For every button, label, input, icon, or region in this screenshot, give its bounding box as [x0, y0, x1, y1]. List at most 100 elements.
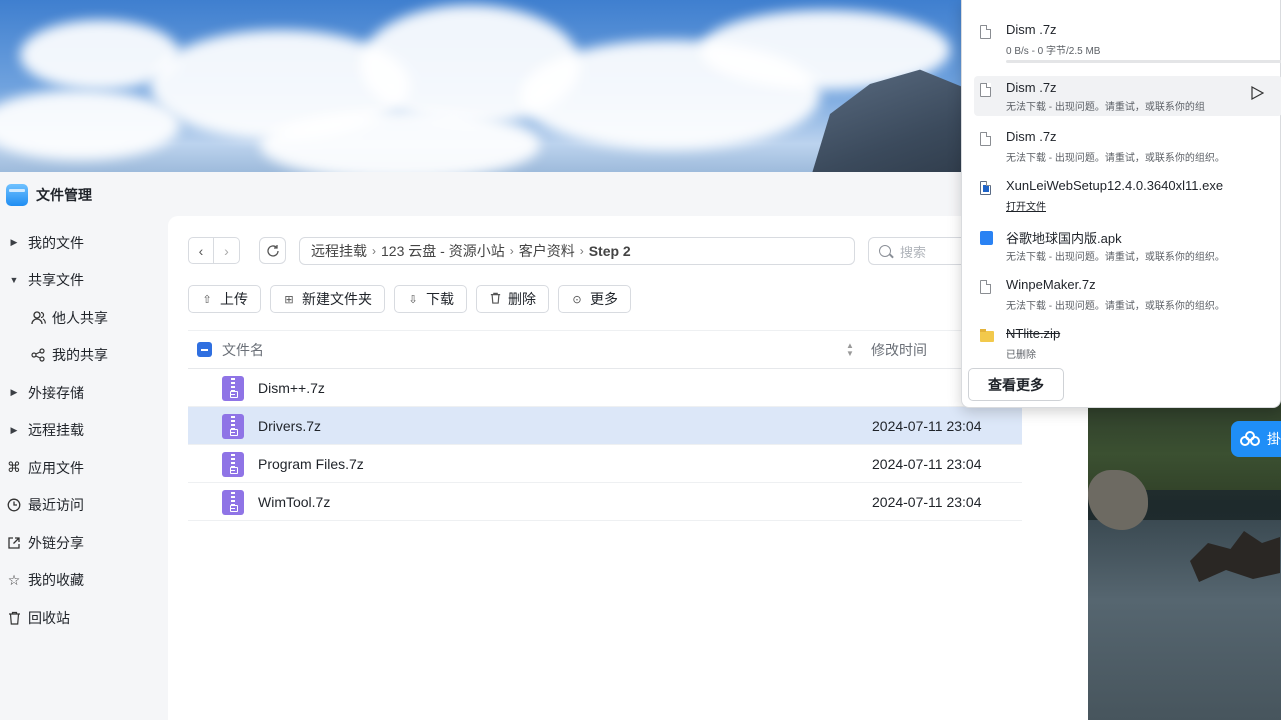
refresh-icon: [266, 244, 279, 257]
share-icon: [24, 348, 52, 362]
sidebar-item-recycle-bin[interactable]: 回收站: [0, 599, 168, 637]
sidebar: ▶ 我的文件 ▼ 共享文件 他人共享 我的共享 ▶ 外接存储 ▶ 远程挂载 ⌘ …: [0, 224, 168, 637]
more-button[interactable]: ⊙ 更多: [558, 285, 631, 313]
search-input[interactable]: 搜索: [868, 237, 968, 265]
download-name: NTlite.zip: [1006, 326, 1061, 341]
apk-file-icon: [980, 231, 993, 245]
app-title: 文件管理: [36, 187, 92, 203]
sidebar-item-label: 远程挂载: [28, 422, 84, 439]
sidebar-item-label: 外接存储: [28, 384, 84, 401]
upload-label: 上传: [220, 291, 248, 307]
sort-icon[interactable]: ▲ ▼: [846, 342, 854, 358]
exe-file-icon: [980, 181, 991, 195]
chevron-right-icon: ›: [224, 242, 229, 259]
download-status: 0 B/s - 0 字节/2.5 MB: [1006, 46, 1101, 57]
sidebar-item-label: 应用文件: [28, 459, 84, 476]
download-name: Dism .7z: [1006, 80, 1057, 95]
caret-down-icon: ▼: [9, 275, 19, 286]
sidebar-item-app-files[interactable]: ⌘ 应用文件: [0, 449, 168, 487]
table-row[interactable]: WimTool.7z 2024-07-11 23:04: [188, 483, 1022, 521]
upload-button[interactable]: ⇧ 上传: [188, 285, 261, 313]
see-more-button[interactable]: 查看更多: [968, 368, 1064, 401]
folder-app-icon: [6, 184, 28, 206]
back-button[interactable]: ‹: [188, 237, 214, 264]
download-item[interactable]: 谷歌地球国内版.apk 无法下载 - 出现问题。请重试，或联系你的组织。: [974, 228, 1281, 268]
download-item[interactable]: Dism .7z 无法下载 - 出现问题。请重试，或联系你的组: [974, 76, 1281, 116]
download-name: 谷歌地球国内版.apk: [1006, 231, 1122, 246]
breadcrumb-item[interactable]: 123 云盘 - 资源小站: [381, 241, 505, 261]
download-item[interactable]: Dism .7z 0 B/s - 0 字节/2.5 MB: [974, 22, 1281, 63]
chevron-right-icon: ›: [579, 244, 584, 258]
file-name: Drivers.7z: [258, 417, 322, 434]
delete-label: 删除: [508, 291, 536, 307]
table-row[interactable]: Dism++.7z: [188, 369, 1022, 407]
breadcrumb-item[interactable]: 客户资料: [519, 241, 575, 261]
select-all-checkbox[interactable]: [197, 342, 212, 357]
download-item[interactable]: WinpeMaker.7z 无法下载 - 出现问题。请重试，或联系你的组织。: [974, 277, 1281, 317]
column-header-modified[interactable]: 修改时间: [871, 340, 927, 360]
file-table: 文件名 ▲ ▼ 修改时间 Dism++.7z Drivers.7z 2024-07…: [188, 330, 1022, 521]
command-icon: ⌘: [7, 459, 21, 476]
breadcrumb: 远程挂载 › 123 云盘 - 资源小站 › 客户资料 › Step 2: [299, 237, 855, 265]
new-folder-button[interactable]: ⊞ 新建文件夹: [270, 285, 385, 313]
download-item[interactable]: NTlite.zip 已删除: [974, 326, 1281, 366]
download-name: Dism .7z: [1006, 129, 1057, 144]
delete-button[interactable]: 删除: [476, 285, 549, 313]
file-modified: 2024-07-11 23:04: [872, 455, 982, 472]
sidebar-item-external-storage[interactable]: ▶ 外接存储: [0, 374, 168, 412]
download-status: 无法下载 - 出现问题。请重试，或联系你的组织。: [1006, 301, 1225, 312]
sidebar-item-label: 我的共享: [52, 347, 108, 364]
sidebar-item-my-files[interactable]: ▶ 我的文件: [0, 224, 168, 262]
file-modified: 2024-07-11 23:04: [872, 493, 982, 510]
retry-play-button[interactable]: [1250, 86, 1264, 100]
sidebar-item-label: 他人共享: [52, 309, 108, 326]
floating-cloud-button[interactable]: 掛: [1231, 421, 1281, 457]
sidebar-item-link-share[interactable]: 外链分享: [0, 524, 168, 562]
download-item[interactable]: XunLeiWebSetup12.4.0.3640xl11.exe 打开文件: [974, 178, 1281, 218]
chevron-left-icon: ‹: [198, 242, 204, 259]
download-name: Dism .7z: [1006, 22, 1057, 37]
download-item[interactable]: Dism .7z 无法下载 - 出现问题。请重试，或联系你的组织。: [974, 129, 1281, 169]
sidebar-item-label: 外链分享: [28, 534, 84, 551]
sidebar-item-shared-files[interactable]: ▼ 共享文件: [0, 262, 168, 300]
sidebar-item-remote-mount[interactable]: ▶ 远程挂载: [0, 412, 168, 450]
sidebar-item-favorites[interactable]: ☆ 我的收藏: [0, 562, 168, 600]
open-file-link[interactable]: 打开文件: [1006, 198, 1046, 213]
more-dots-icon: ⊙: [572, 293, 582, 306]
download-icon: ⇩: [408, 293, 418, 306]
sidebar-item-my-shares[interactable]: 我的共享: [0, 337, 168, 375]
forward-button[interactable]: ›: [214, 237, 240, 264]
sidebar-item-label: 我的文件: [28, 234, 84, 251]
table-row[interactable]: Drivers.7z 2024-07-11 23:04: [188, 407, 1022, 445]
sidebar-item-recent[interactable]: 最近访问: [0, 487, 168, 525]
download-name: WinpeMaker.7z: [1006, 277, 1096, 292]
history-nav: ‹ ›: [188, 237, 240, 264]
file-icon: [980, 132, 991, 146]
sidebar-item-label: 最近访问: [28, 497, 84, 514]
file-manager-window: 文件管理 ▶ 我的文件 ▼ 共享文件 他人共享 我的共享 ▶ 外接存储 ▶ 远程…: [0, 172, 1088, 720]
sidebar-item-label: 我的收藏: [28, 572, 84, 589]
chevron-right-icon: ›: [509, 244, 514, 258]
sidebar-item-shared-by-others[interactable]: 他人共享: [0, 299, 168, 337]
download-button[interactable]: ⇩ 下载: [394, 285, 467, 313]
new-folder-icon: ⊞: [284, 293, 294, 306]
main-panel: ‹ › 远程挂载 › 123 云盘 - 资源小站 › 客户资料 › Step 2…: [168, 216, 1088, 720]
trash-icon: [0, 611, 28, 625]
breadcrumb-item[interactable]: 远程挂载: [311, 241, 367, 261]
sidebar-item-label: 回收站: [28, 609, 70, 626]
refresh-button[interactable]: [259, 237, 286, 264]
clock-icon: [0, 498, 28, 512]
column-header-name[interactable]: 文件名: [222, 340, 264, 360]
caret-right-icon: ▶: [10, 424, 18, 435]
new-folder-label: 新建文件夹: [302, 291, 372, 307]
download-status: 已删除: [1006, 350, 1036, 361]
table-row[interactable]: Program Files.7z 2024-07-11 23:04: [188, 445, 1022, 483]
file-icon: [980, 280, 991, 294]
table-header: 文件名 ▲ ▼ 修改时间: [188, 330, 1022, 369]
download-progress-bar: [1006, 60, 1281, 63]
file-modified: 2024-07-11 23:04: [872, 417, 982, 434]
folder-icon: [980, 329, 994, 342]
download-status: 无法下载 - 出现问题。请重试，或联系你的组织。: [1006, 153, 1225, 164]
search-icon: [879, 245, 891, 257]
more-label: 更多: [590, 291, 618, 307]
